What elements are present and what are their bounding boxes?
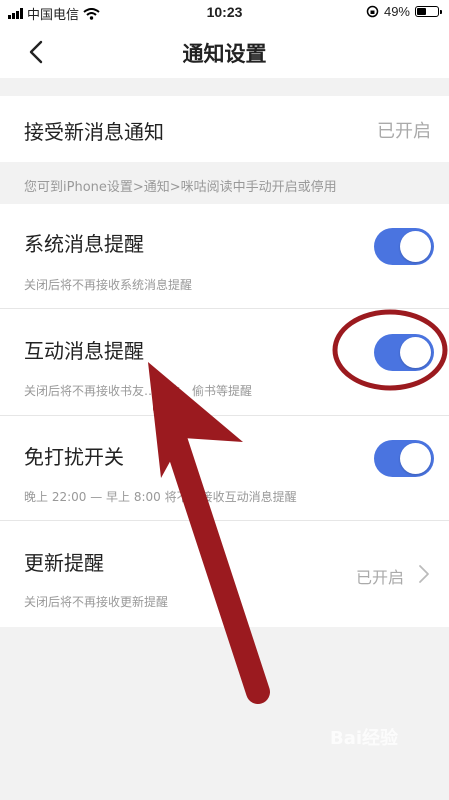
status-right: 49%: [366, 4, 442, 19]
receive-label: 接受新消息通知: [24, 120, 164, 144]
receive-status: 已开启: [377, 121, 431, 142]
system-message-toggle[interactable]: [374, 228, 434, 265]
settings-group: 系统消息提醒 关闭后将不再接收系统消息提醒 互动消息提醒 关闭后将不再接收书友……: [0, 204, 449, 627]
settings-hint: 您可到iPhone设置>通知>咪咕阅读中手动开启或停用: [24, 180, 337, 195]
setting-desc: 关闭后将不再接收书友…关注、偷书等提醒: [24, 384, 253, 398]
update-status: 已开启: [356, 568, 405, 587]
divider: [0, 308, 449, 309]
setting-desc: 关闭后将不再接收更新提醒: [24, 595, 169, 609]
setting-label: 更新提醒: [24, 551, 104, 575]
setting-label: 互动消息提醒: [24, 339, 144, 363]
setting-desc: 晚上 22:00 — 早上 8:00 将不再接收互动消息提醒: [24, 490, 297, 504]
battery-percent: 49%: [383, 4, 410, 19]
setting-label: 免打扰开关: [24, 445, 124, 469]
rotation-lock-icon: [366, 5, 379, 18]
setting-desc: 关闭后将不再接收系统消息提醒: [24, 278, 193, 292]
chevron-right-icon[interactable]: [417, 564, 431, 584]
receive-notifications-row[interactable]: 接受新消息通知 已开启: [0, 96, 449, 162]
page-title: 通知设置: [182, 42, 267, 66]
setting-label: 系统消息提醒: [24, 232, 144, 256]
divider: [0, 415, 449, 416]
do-not-disturb-toggle[interactable]: [374, 440, 434, 477]
interaction-message-toggle[interactable]: [374, 334, 434, 371]
watermark: Bai经验: [330, 728, 399, 749]
divider: [0, 520, 449, 521]
nav-bar: 通知设置: [0, 24, 449, 78]
status-bar: 中国电信 10:23 49%: [0, 0, 449, 24]
battery-icon: [415, 6, 442, 17]
